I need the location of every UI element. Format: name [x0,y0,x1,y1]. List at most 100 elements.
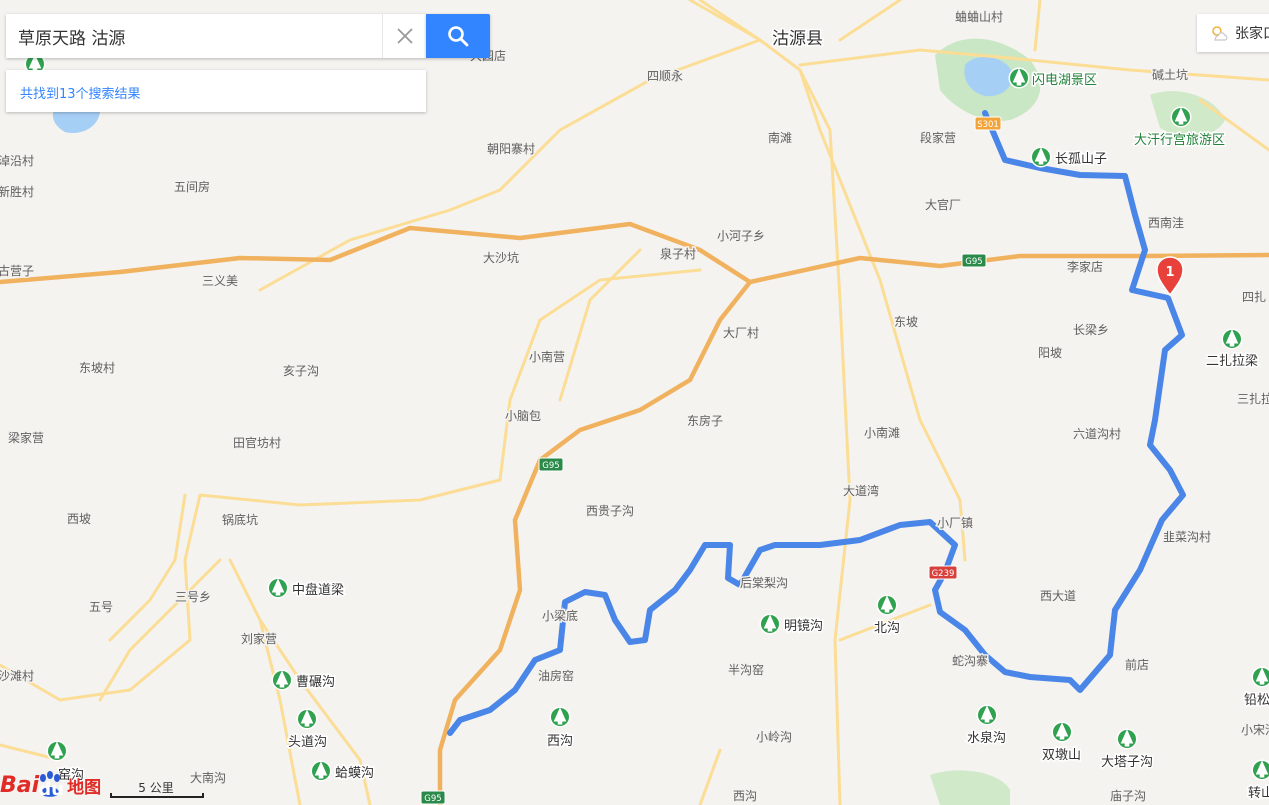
place-label: 梁家营 [8,430,44,445]
partly-cloudy-icon [1212,26,1228,41]
result-summary: 共找到13个搜索结果 [6,70,426,112]
place-label: 朝阳寨村 [487,141,535,156]
scenic-spot-icon [1116,728,1138,750]
svg-text:转山: 转山 [1248,786,1269,801]
marker-number: 1 [1165,265,1174,280]
place-label: 亥子沟 [283,364,319,378]
scenic-spot-icon [976,704,998,726]
place-label: 大道湾 [843,483,879,498]
place-label: 碱土坑 [1152,67,1188,82]
svg-text:铅松: 铅松 [1244,693,1269,708]
place-label: 半沟窑 [728,662,764,677]
place-label: 小梁底 [542,608,578,623]
road-shield: S301 [974,116,1002,131]
svg-text:中盘道梁: 中盘道梁 [292,582,344,598]
scenic-spot-icon [1051,721,1073,743]
place-label: 韭菜沟村 [1163,530,1211,544]
road-shield: G95 [961,253,987,268]
svg-text:大汗行宫旅游区: 大汗行宫旅游区 [1134,133,1225,148]
scenic-spot-icon [310,760,332,782]
svg-text:曹碾沟: 曹碾沟 [296,675,335,690]
search-button[interactable] [426,14,490,58]
scenic-spot-icon [1251,759,1269,781]
svg-text:G95: G95 [424,794,441,804]
place-label: 泉子村 [660,247,696,261]
place-label: 阳坡 [1038,346,1062,360]
svg-text:G239: G239 [932,569,955,579]
place-label: 油房窑 [538,668,574,683]
weather-widget[interactable]: 张家口 [1197,14,1269,52]
logo-text: Bai [0,772,40,798]
scenic-spot-icon [1251,666,1269,688]
search-input[interactable] [6,14,382,58]
place-label: 大官厂 [925,197,961,212]
road-shield: G239 [928,565,958,580]
place-label: 田官坊村 [233,435,281,450]
place-label: 五间房 [174,179,210,194]
svg-text:二扎拉梁: 二扎拉梁 [1206,354,1258,369]
svg-text:明镜沟: 明镜沟 [784,619,823,634]
place-label: 后棠梨沟 [740,576,788,590]
place-label: 东坡村 [79,361,115,375]
road-shield: G95 [420,790,446,805]
scenic-spot-icon [271,669,293,691]
svg-text:G95: G95 [965,257,982,267]
close-icon [397,28,413,44]
scenic-spot-icon [296,708,318,730]
place-label: 西坡 [67,512,91,526]
place-label: 东坡 [894,315,918,329]
place-label: 东房子 [687,413,723,428]
scenic-spot-icon [549,706,571,728]
place-label: 小岭沟 [756,730,792,744]
place-label: 李家店 [1067,259,1103,274]
place-label: 沙滩村 [0,669,34,683]
place-label: 西沟 [733,789,757,803]
place-label: 三号乡 [175,590,211,604]
place-label: 西贵子沟 [586,504,634,518]
svg-text:双墩山: 双墩山 [1042,748,1081,763]
place-label: 西大道 [1040,589,1076,603]
place-label: 小宋沟 [1241,722,1269,737]
svg-text:头道沟: 头道沟 [288,735,327,750]
place-label: 六道沟村 [1073,427,1121,441]
place-label: 南滩 [768,130,792,145]
svg-text:大塔子沟: 大塔子沟 [1101,755,1153,770]
scale-line [110,793,204,798]
place-label: 小南滩 [864,425,900,440]
place-label: 刘家营 [241,631,277,646]
road-shield: G95 [538,457,564,472]
place-label: 三扎拉 [1237,391,1269,406]
scenic-spot-icon [876,594,898,616]
scenic-spot-icon [759,613,781,635]
scenic-spot-icon [1221,328,1243,350]
place-label: 长梁乡 [1073,322,1109,337]
place-label: 西南洼 [1148,215,1184,230]
svg-text:G95: G95 [542,461,559,471]
place-label: 蛇沟寨 [952,653,988,668]
svg-text:闪电湖景区: 闪电湖景区 [1032,73,1097,88]
place-label: 四扎 [1242,290,1266,304]
svg-text:西沟: 西沟 [547,734,573,749]
place-label: 大沙坑 [483,250,519,265]
county-label: 沽源县 [772,29,823,49]
place-label: 锅底坑 [222,512,258,527]
logo-suffix: 地图 [67,777,102,798]
scenic-spot-icon [1170,106,1192,128]
place-label: 淖沿村 [0,154,34,168]
place-label: 前店 [1125,657,1149,672]
svg-text:长孤山子: 长孤山子 [1055,152,1107,167]
search-panel [6,14,426,58]
place-label: 古营子 [0,263,34,278]
clear-button[interactable] [382,14,427,58]
scale-bar: 5 公里 [110,779,204,798]
weather-city: 张家口 [1235,26,1269,42]
place-label: 庙子沟 [1110,789,1146,803]
place-label: 四顺永 [647,69,683,83]
scenic-spot-icon [46,740,68,762]
result-count-link[interactable]: 共找到13个搜索结果 [20,83,141,102]
place-label: 大厂村 [723,326,759,340]
map-canvas[interactable]: 沽源县 S301 G95 G95 G95 G239 大园店 蛐蛐山村 碱土坑 四… [0,0,1269,805]
svg-text:北沟: 北沟 [874,621,900,636]
place-label: 蛐蛐山村 [955,10,1003,24]
place-label: 小南营 [529,349,565,364]
